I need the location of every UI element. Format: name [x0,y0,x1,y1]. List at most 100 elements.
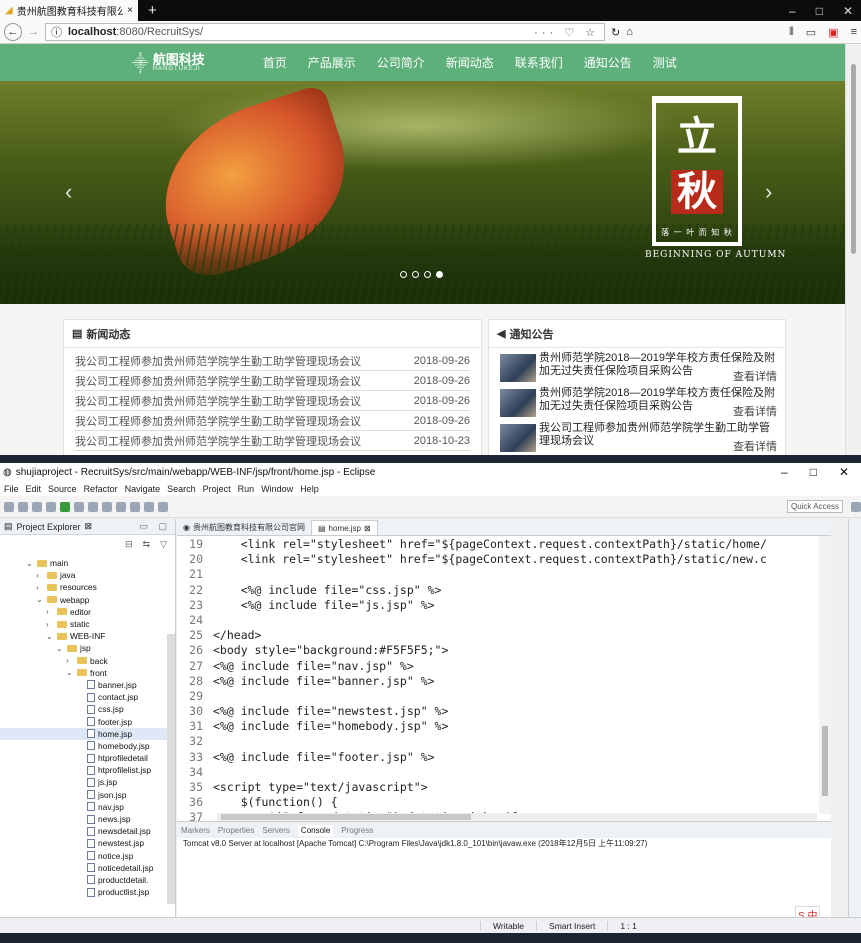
link-editor-icon[interactable]: ⇆ [143,539,151,550]
tree-folder[interactable]: ⌄ webapp [0,594,175,606]
tree-file[interactable]: banner.jsp [0,679,175,691]
code-text[interactable]: <link rel="stylesheet" href="${pageConte… [207,537,767,552]
tree-folder[interactable]: ⌄ front [0,667,175,679]
code-line[interactable]: 19 <link rel="stylesheet" href="${pageCo… [177,537,831,552]
maximize-button[interactable]: □ [810,465,817,479]
expand-down-icon[interactable]: ⌄ [66,668,74,677]
news-title[interactable]: 我公司工程师参加贵州师范学院学生勤工助学管理现场会议 [75,393,361,409]
code-line[interactable]: 25 </head> [177,628,831,643]
carousel-dot[interactable] [412,271,419,278]
editor-tab-home[interactable]: ▤ home.jsp ⊠ [310,520,378,535]
code-line[interactable]: 23 <%@ include file="js.jsp" %> [177,598,831,613]
tab-close-icon[interactable]: × [127,5,133,16]
code-text[interactable]: <%@ include file="banner.jsp" %> [207,674,435,689]
console-tab-properties[interactable]: Properties [218,826,254,835]
tree-file[interactable]: htprofiledetail [0,752,175,764]
save-all-icon[interactable] [32,501,42,512]
new-java-icon[interactable] [102,501,112,512]
code-text[interactable] [207,734,213,749]
code-text[interactable]: $(function() { [207,795,338,810]
console-tab-markers[interactable]: Markers [181,826,210,835]
code-line[interactable]: 36 $(function() { [177,795,831,810]
news-title[interactable]: 我公司工程师参加贵州师范学院学生勤工助学管理现场会议 [75,433,361,449]
code-line[interactable]: 22 <%@ include file="css.jsp" %> [177,583,831,598]
editor-hscrollbar[interactable] [217,813,817,821]
minimize-button[interactable]: – [789,4,796,18]
code-text[interactable]: <body style="background:#F5F5F5;"> [207,643,448,658]
expand-down-icon[interactable]: ⌄ [46,632,54,641]
new-icon[interactable] [4,501,14,512]
tree-file[interactable]: noticedetail.jsp [0,862,175,874]
new-tab-button[interactable]: + [148,2,157,19]
menu-window[interactable]: Window [261,484,293,494]
console-tab-console[interactable]: Console [297,824,334,836]
code-line[interactable]: 29 [177,689,831,704]
notice-item[interactable]: 贵州师范学院2018—2019学年校方责任保险及附加无过失责任保险项目采购公告查… [500,387,777,419]
run-icon[interactable] [60,501,70,512]
back-arrow-icon[interactable]: ← [4,23,22,41]
address-bar[interactable]: ⓘ localhost:8080/RecruitSys/ ··· ♡ ☆ [45,23,605,41]
carousel-prev-icon[interactable]: ‹ [65,179,72,205]
close-button[interactable]: ✕ [839,465,849,479]
news-title[interactable]: 我公司工程师参加贵州师范学院学生勤工助学管理现场会议 [75,413,361,429]
banner-carousel[interactable]: 立 秋 落 一 叶 而 知 秋 BEGINNING OF AUTUMN ‹ › [0,81,845,304]
quick-access-input[interactable]: Quick Access [786,500,843,513]
close-icon[interactable]: ⊠ [364,524,371,533]
notice-more-link[interactable]: 查看详情 [731,371,777,384]
tree-folder[interactable]: › static [0,618,175,630]
code-line[interactable]: 35 <script type="text/javascript"> [177,780,831,795]
notice-more-link[interactable]: 查看详情 [731,406,777,419]
code-text[interactable]: </head> [207,628,261,643]
info-icon[interactable]: ⓘ [51,24,62,40]
news-row[interactable]: 我公司工程师参加贵州师范学院学生勤工助学管理现场会议 2018-09-26 [75,351,470,371]
code-text[interactable]: <script type="text/javascript"> [207,780,428,795]
code-line[interactable]: 34 [177,765,831,780]
menu-item-contact[interactable]: 联系我们 [515,54,563,71]
carousel-next-icon[interactable]: › [765,179,772,205]
news-row[interactable]: 我公司工程师参加贵州师范学院学生勤工助学管理现场会议 2018-09-26 [75,371,470,391]
carousel-dot[interactable] [424,271,431,278]
expand-right-icon[interactable]: › [46,620,54,629]
carousel-dot[interactable] [400,271,407,278]
tree-folder[interactable]: ⌄ main [0,557,175,569]
code-line[interactable]: 32 [177,734,831,749]
tree-folder[interactable]: ⌄ WEB-INF [0,630,175,642]
menu-item-test[interactable]: 测试 [653,54,677,71]
menu-run[interactable]: Run [238,484,255,494]
expand-right-icon[interactable]: › [66,656,74,665]
tree-folder[interactable]: › editor [0,606,175,618]
forward-arrow-icon[interactable]: → [28,26,39,38]
menu-source[interactable]: Source [48,484,77,494]
expand-down-icon[interactable]: ⌄ [26,559,34,568]
menu-search[interactable]: Search [167,484,196,494]
menu-item-products[interactable]: 产品展示 [308,54,356,71]
code-text[interactable] [207,613,213,628]
news-title[interactable]: 我公司工程师参加贵州师范学院学生勤工助学管理现场会议 [75,373,361,389]
console-tab-progress[interactable]: Progress [341,826,373,835]
code-line[interactable]: 27 <%@ include file="nav.jsp" %> [177,659,831,674]
code-line[interactable]: 33 <%@ include file="footer.jsp" %> [177,750,831,765]
extension-icon[interactable]: ▣ [828,26,838,39]
menu-item-about[interactable]: 公司简介 [377,54,425,71]
tree-file[interactable]: nav.jsp [0,801,175,813]
news-row[interactable]: 我公司工程师参加贵州师范学院学生勤工助学管理现场会议 2018-10-23 [75,431,470,451]
menu-refactor[interactable]: Refactor [84,484,118,494]
tree-file[interactable]: home.jsp [0,727,175,740]
expand-down-icon[interactable]: ⌄ [36,595,44,604]
explorer-scrollbar[interactable] [167,634,175,904]
coverage-icon[interactable] [74,501,84,512]
library-icon[interactable]: ⫴ [789,26,794,39]
view-menu-icon[interactable]: ▽ [160,539,167,550]
code-text[interactable] [207,765,213,780]
code-text[interactable]: <%@ include file="footer.jsp" %> [207,750,435,765]
view-controls-icon[interactable]: ▭ ▢ [139,521,171,532]
tree-file[interactable]: newsdetail.jsp [0,825,175,837]
reload-icon[interactable]: ↻ [611,26,620,39]
news-row[interactable]: 我公司工程师参加贵州师范学院学生勤工助学管理现场会议 2018-09-26 [75,411,470,431]
console-tab-servers[interactable]: Servers [262,826,290,835]
tree-folder[interactable]: ⌄ jsp [0,642,175,654]
code-text[interactable]: <%@ include file="homebody.jsp" %> [207,719,448,734]
notice-item[interactable]: 我公司工程师参加贵州师范学院学生勤工助学管理现场会议 查看详情 [500,422,777,454]
code-text[interactable]: <%@ include file="css.jsp" %> [207,583,442,598]
code-line[interactable]: 28 <%@ include file="banner.jsp" %> [177,674,831,689]
